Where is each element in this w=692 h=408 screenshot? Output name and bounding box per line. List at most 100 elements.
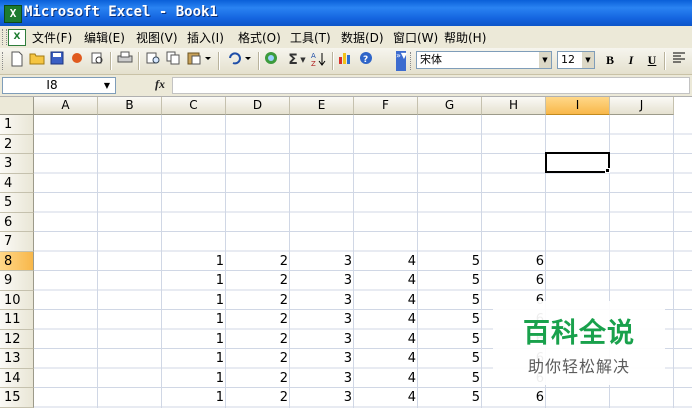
autosum-dropdown-icon[interactable]: ▼	[298, 51, 308, 69]
print-icon[interactable]	[116, 51, 134, 69]
column-header-i[interactable]: I	[546, 97, 610, 115]
row-header-12[interactable]: 12	[0, 329, 34, 349]
cell-f15[interactable]: 4	[354, 388, 418, 407]
cell-c13[interactable]: 1	[162, 349, 226, 368]
align-left-icon[interactable]	[670, 51, 688, 69]
cell-d14[interactable]: 2	[226, 369, 290, 388]
cell-f9[interactable]: 4	[354, 271, 418, 290]
paste-icon[interactable]	[184, 51, 214, 69]
underline-button[interactable]: U	[643, 51, 661, 69]
cell-g15[interactable]: 5	[418, 388, 482, 407]
menu-file[interactable]: 文件(F)	[32, 29, 72, 46]
cell-d9[interactable]: 2	[226, 271, 290, 290]
cell-f11[interactable]: 4	[354, 310, 418, 329]
cell-d13[interactable]: 2	[226, 349, 290, 368]
name-box[interactable]: I8 ▼	[2, 77, 116, 94]
sort-ascending-icon[interactable]: AZ	[310, 51, 328, 69]
open-icon[interactable]	[28, 51, 46, 69]
row-header-14[interactable]: 14	[0, 368, 34, 388]
row-header-13[interactable]: 13	[0, 349, 34, 369]
font-name-select[interactable]: 宋体 ▼	[416, 51, 552, 69]
row-header-7[interactable]: 7	[0, 232, 34, 252]
row-header-9[interactable]: 9	[0, 271, 34, 291]
help-icon[interactable]: ?	[357, 51, 375, 69]
print-preview-icon[interactable]	[88, 51, 106, 69]
cell-e14[interactable]: 3	[290, 369, 354, 388]
cell-g12[interactable]: 5	[418, 330, 482, 349]
row-header-8[interactable]: 8	[0, 251, 34, 271]
cell-g8[interactable]: 5	[418, 252, 482, 271]
toolbar-grip-handle[interactable]	[2, 52, 6, 70]
cell-e13[interactable]: 3	[290, 349, 354, 368]
row-header-2[interactable]: 2	[0, 134, 34, 154]
menu-window[interactable]: 窗口(W)	[393, 29, 438, 46]
row-header-6[interactable]: 6	[0, 212, 34, 232]
column-header-f[interactable]: F	[354, 97, 418, 115]
menu-grip-handle[interactable]	[2, 29, 7, 45]
menu-view[interactable]: 视图(V)	[136, 29, 178, 46]
formula-input[interactable]	[172, 77, 690, 94]
cell-c14[interactable]: 1	[162, 369, 226, 388]
research-icon[interactable]	[144, 51, 162, 69]
menu-help[interactable]: 帮助(H)	[444, 29, 486, 46]
menu-data[interactable]: 数据(D)	[341, 29, 384, 46]
column-header-c[interactable]: C	[162, 97, 226, 115]
new-icon[interactable]	[8, 51, 26, 69]
menu-tools[interactable]: 工具(T)	[290, 29, 331, 46]
menu-format[interactable]: 格式(O)	[238, 29, 281, 46]
cell-g14[interactable]: 5	[418, 369, 482, 388]
copy-icon[interactable]	[164, 51, 182, 69]
cell-e9[interactable]: 3	[290, 271, 354, 290]
hyperlink-icon[interactable]	[262, 51, 280, 69]
cell-f8[interactable]: 4	[354, 252, 418, 271]
row-header-10[interactable]: 10	[0, 290, 34, 310]
chart-wizard-icon[interactable]	[337, 51, 355, 69]
font-size-dropdown-icon[interactable]: ▼	[582, 52, 594, 68]
font-size-select[interactable]: 12 ▼	[557, 51, 595, 69]
cell-f10[interactable]: 4	[354, 291, 418, 310]
insert-function-icon[interactable]: fx	[155, 77, 165, 92]
cell-e15[interactable]: 3	[290, 388, 354, 407]
cell-h9[interactable]: 6	[482, 271, 546, 290]
row-header-11[interactable]: 11	[0, 310, 34, 330]
row-header-15[interactable]: 15	[0, 388, 34, 408]
cell-c15[interactable]: 1	[162, 388, 226, 407]
workbook-icon[interactable]: X	[8, 29, 26, 46]
cell-e8[interactable]: 3	[290, 252, 354, 271]
cell-f13[interactable]: 4	[354, 349, 418, 368]
italic-button[interactable]: I	[622, 51, 640, 69]
menu-edit[interactable]: 编辑(E)	[84, 29, 125, 46]
column-header-a[interactable]: A	[34, 97, 98, 115]
cell-d8[interactable]: 2	[226, 252, 290, 271]
cell-c9[interactable]: 1	[162, 271, 226, 290]
cell-g10[interactable]: 5	[418, 291, 482, 310]
bold-button[interactable]: B	[601, 51, 619, 69]
cell-h15[interactable]: 6	[482, 388, 546, 407]
save-icon[interactable]	[48, 51, 66, 69]
cell-g9[interactable]: 5	[418, 271, 482, 290]
row-header-5[interactable]: 5	[0, 193, 34, 213]
row-header-1[interactable]: 1	[0, 115, 34, 135]
column-header-h[interactable]: H	[482, 97, 546, 115]
cell-h8[interactable]: 6	[482, 252, 546, 271]
row-header-3[interactable]: 3	[0, 154, 34, 174]
column-header-d[interactable]: D	[226, 97, 290, 115]
column-header-g[interactable]: G	[418, 97, 482, 115]
font-name-dropdown-icon[interactable]: ▼	[539, 52, 551, 68]
cell-e12[interactable]: 3	[290, 330, 354, 349]
cell-d15[interactable]: 2	[226, 388, 290, 407]
cell-c10[interactable]: 1	[162, 291, 226, 310]
toolbar-options-icon[interactable]: »▼	[396, 51, 407, 71]
cell-g11[interactable]: 5	[418, 310, 482, 329]
cell-d11[interactable]: 2	[226, 310, 290, 329]
format-toolbar-grip-handle[interactable]	[410, 52, 414, 70]
cell-f14[interactable]: 4	[354, 369, 418, 388]
cell-e10[interactable]: 3	[290, 291, 354, 310]
column-header-b[interactable]: B	[98, 97, 162, 115]
cell-g13[interactable]: 5	[418, 349, 482, 368]
cell-d12[interactable]: 2	[226, 330, 290, 349]
name-box-dropdown-icon[interactable]: ▼	[99, 78, 115, 93]
column-header-j[interactable]: J	[610, 97, 674, 115]
fill-handle[interactable]	[605, 168, 610, 173]
cell-f12[interactable]: 4	[354, 330, 418, 349]
